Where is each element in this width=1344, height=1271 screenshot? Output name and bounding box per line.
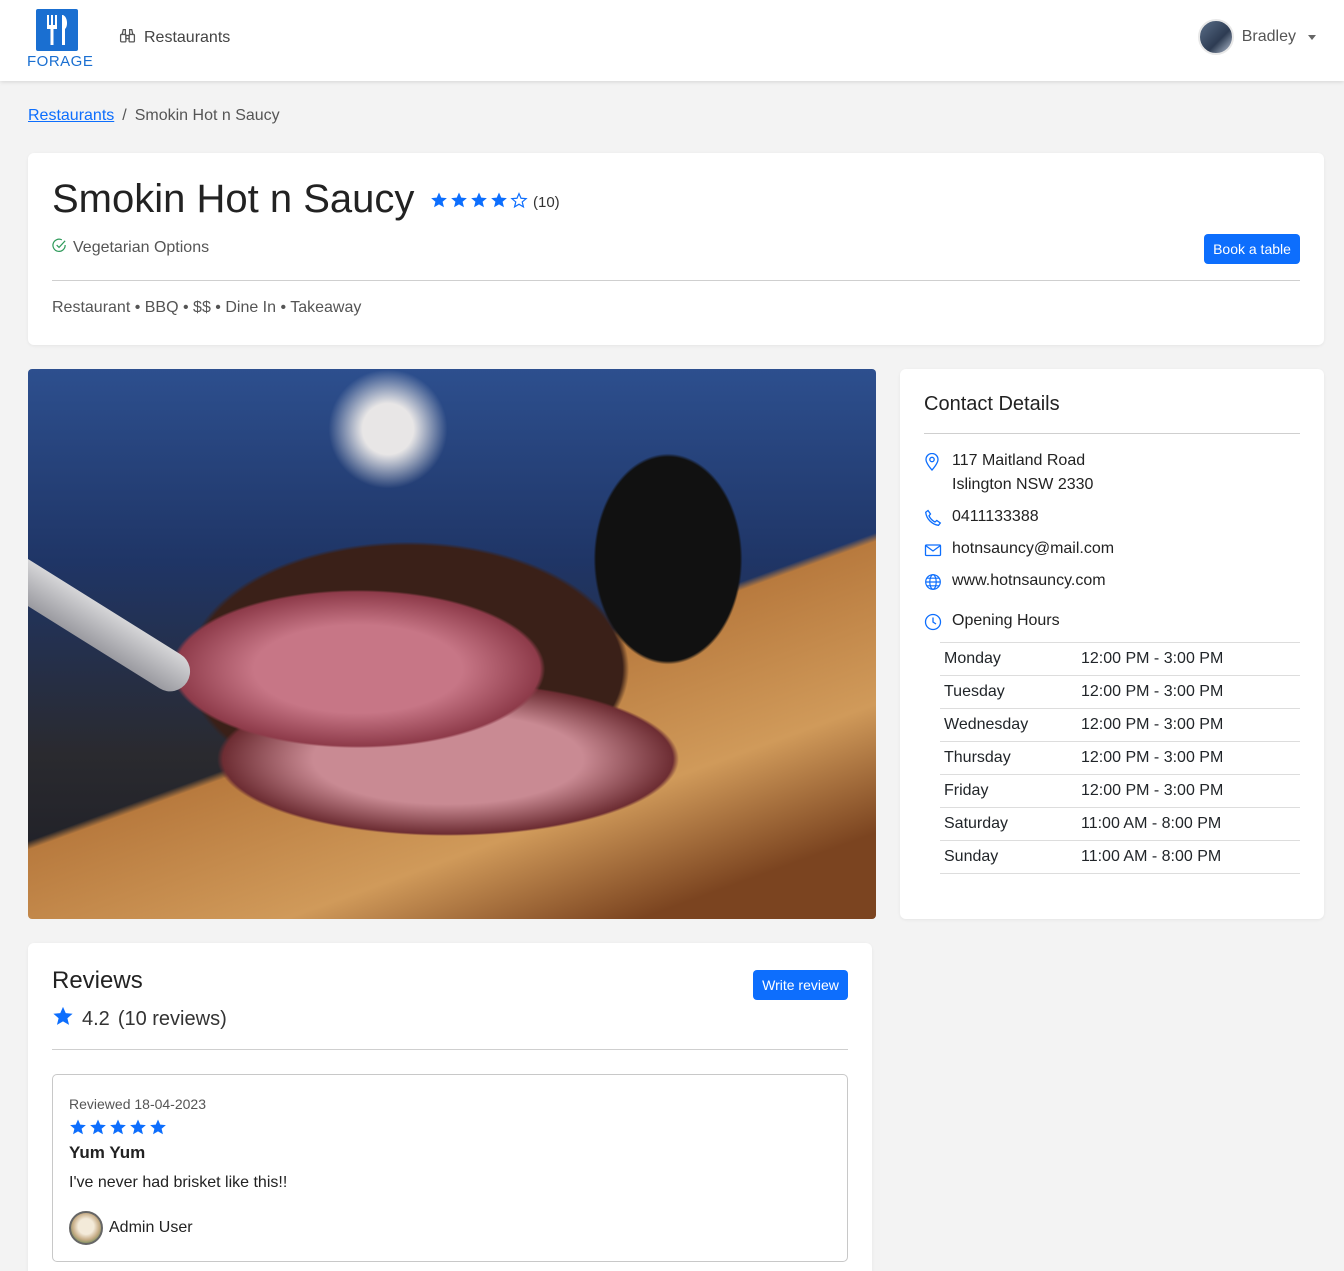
- star-filled-icon: [149, 1118, 167, 1141]
- contact-details-card: Contact Details 117 Maitland Road Isling…: [900, 369, 1324, 919]
- vegetarian-badge: Vegetarian Options: [52, 238, 209, 258]
- reviews-divider: [52, 1049, 848, 1050]
- forage-logo[interactable]: FORAGE: [27, 9, 94, 71]
- top-navbar: FORAGE Restaurants Bradley: [0, 0, 1344, 81]
- review-item: Reviewed 18-04-2023 Yum Yum I've never h…: [52, 1074, 848, 1262]
- review-title: Yum Yum: [69, 1143, 146, 1162]
- clock-icon: [924, 613, 942, 631]
- table-row: Sunday 11:00 AM - 8:00 PM: [940, 840, 1300, 874]
- star-filled-icon: [450, 191, 468, 214]
- vegetarian-label: Vegetarian Options: [73, 239, 210, 256]
- chevron-down-icon: [1308, 34, 1316, 40]
- restaurant-photo: [28, 369, 876, 919]
- star-filled-icon: [470, 191, 488, 214]
- header-divider: [52, 280, 1300, 281]
- hours-title: Opening Hours: [952, 612, 1060, 629]
- star-filled-icon: [69, 1118, 87, 1141]
- hours-time: 12:00 PM - 3:00 PM: [1077, 774, 1300, 808]
- star-filled-icon: [109, 1118, 127, 1141]
- hours-time: 11:00 AM - 8:00 PM: [1077, 840, 1300, 874]
- website-row: www.hotnsauncy.com: [924, 572, 1106, 591]
- user-avatar: [1197, 19, 1234, 55]
- restaurant-tags: Restaurant • BBQ • $$ • Dine In • Takeaw…: [52, 299, 362, 316]
- reviews-average: 4.2 (10 reviews): [52, 1005, 227, 1033]
- check-circle-icon: [52, 238, 67, 258]
- review-author-name: Admin User: [109, 1219, 193, 1236]
- table-row: Wednesday 12:00 PM - 3:00 PM: [940, 708, 1300, 742]
- table-row: Friday 12:00 PM - 3:00 PM: [940, 774, 1300, 808]
- avatar: [69, 1211, 103, 1245]
- contact-title: Contact Details: [924, 393, 1060, 415]
- hours-time: 12:00 PM - 3:00 PM: [1077, 741, 1300, 775]
- map-pin-icon: [924, 452, 942, 471]
- hours-day: Saturday: [940, 807, 1077, 841]
- nav-link-label: Restaurants: [144, 29, 231, 46]
- write-review-button[interactable]: Write review: [753, 970, 848, 1000]
- fork-knife-icon: [36, 9, 78, 51]
- hours-title-row: Opening Hours: [924, 612, 1060, 631]
- breadcrumb-restaurants-link[interactable]: Restaurants: [28, 107, 114, 125]
- photo-highlight: [328, 369, 448, 489]
- envelope-icon: [924, 541, 942, 559]
- average-rating: 4.2: [82, 1007, 110, 1030]
- hours-day: Thursday: [940, 741, 1077, 775]
- star-filled-icon: [129, 1118, 147, 1141]
- hours-time: 12:00 PM - 3:00 PM: [1077, 675, 1300, 709]
- review-stars: [69, 1118, 167, 1141]
- restaurant-title: Smokin Hot n Saucy: [52, 177, 415, 221]
- hours-day: Wednesday: [940, 708, 1077, 742]
- rating-count: (10): [533, 194, 560, 211]
- phone-number[interactable]: 0411133388: [952, 508, 1039, 526]
- review-body: I've never had brisket like this!!: [69, 1174, 288, 1191]
- hours-time: 11:00 AM - 8:00 PM: [1077, 807, 1300, 841]
- table-row: Tuesday 12:00 PM - 3:00 PM: [940, 675, 1300, 709]
- star-filled-icon: [52, 1005, 74, 1033]
- breadcrumb-current: Smokin Hot n Saucy: [134, 107, 280, 124]
- table-row: Monday 12:00 PM - 3:00 PM: [940, 642, 1300, 676]
- star-empty-icon: [510, 191, 528, 214]
- breadcrumb-separator: /: [122, 107, 127, 124]
- restaurant-rating: (10): [430, 191, 560, 214]
- reviews-card: Reviews 4.2 (10 reviews) Write review Re…: [28, 943, 872, 1271]
- breadcrumb: Restaurants / Smokin Hot n Saucy: [28, 107, 280, 125]
- review-date: Reviewed 18-04-2023: [69, 1096, 206, 1112]
- email-address[interactable]: hotnsauncy@mail.com: [952, 540, 1114, 558]
- review-count: (10 reviews): [117, 1007, 227, 1030]
- star-filled-icon: [490, 191, 508, 214]
- binoculars-icon: [119, 27, 136, 49]
- table-row: Saturday 11:00 AM - 8:00 PM: [940, 807, 1300, 841]
- book-table-button[interactable]: Book a table: [1204, 234, 1300, 264]
- restaurant-header-card: Smokin Hot n Saucy (10) Vegetarian Optio…: [28, 153, 1324, 345]
- email-row: hotnsauncy@mail.com: [924, 540, 1114, 559]
- star-filled-icon: [430, 191, 448, 214]
- star-filled-icon: [89, 1118, 107, 1141]
- globe-icon: [924, 573, 942, 591]
- address-line-1: 117 Maitland Road: [952, 452, 1086, 469]
- hours-time: 12:00 PM - 3:00 PM: [1077, 708, 1300, 742]
- contact-divider: [924, 433, 1300, 434]
- address-line-2: Islington NSW 2330: [952, 476, 1094, 493]
- address-row: 117 Maitland Road Islington NSW 2330: [924, 452, 1093, 497]
- website-url[interactable]: www.hotnsauncy.com: [952, 572, 1106, 590]
- logo-text: FORAGE: [27, 53, 94, 70]
- phone-row: 0411133388: [924, 508, 1039, 527]
- user-name: Bradley: [1241, 28, 1296, 45]
- review-author: Admin User: [69, 1211, 193, 1245]
- nav-link-restaurants[interactable]: Restaurants: [119, 27, 230, 49]
- opening-hours-table: Monday 12:00 PM - 3:00 PM Tuesday 12:00 …: [940, 642, 1300, 874]
- hours-day: Sunday: [940, 840, 1077, 874]
- hours-time: 12:00 PM - 3:00 PM: [1077, 642, 1300, 676]
- user-menu[interactable]: Bradley: [1197, 19, 1316, 55]
- reviews-title: Reviews: [52, 967, 143, 994]
- table-row: Thursday 12:00 PM - 3:00 PM: [940, 741, 1300, 775]
- hours-day: Friday: [940, 774, 1077, 808]
- photo-knife: [28, 559, 198, 699]
- hours-day: Tuesday: [940, 675, 1077, 709]
- phone-icon: [924, 509, 942, 527]
- hours-day: Monday: [940, 642, 1077, 676]
